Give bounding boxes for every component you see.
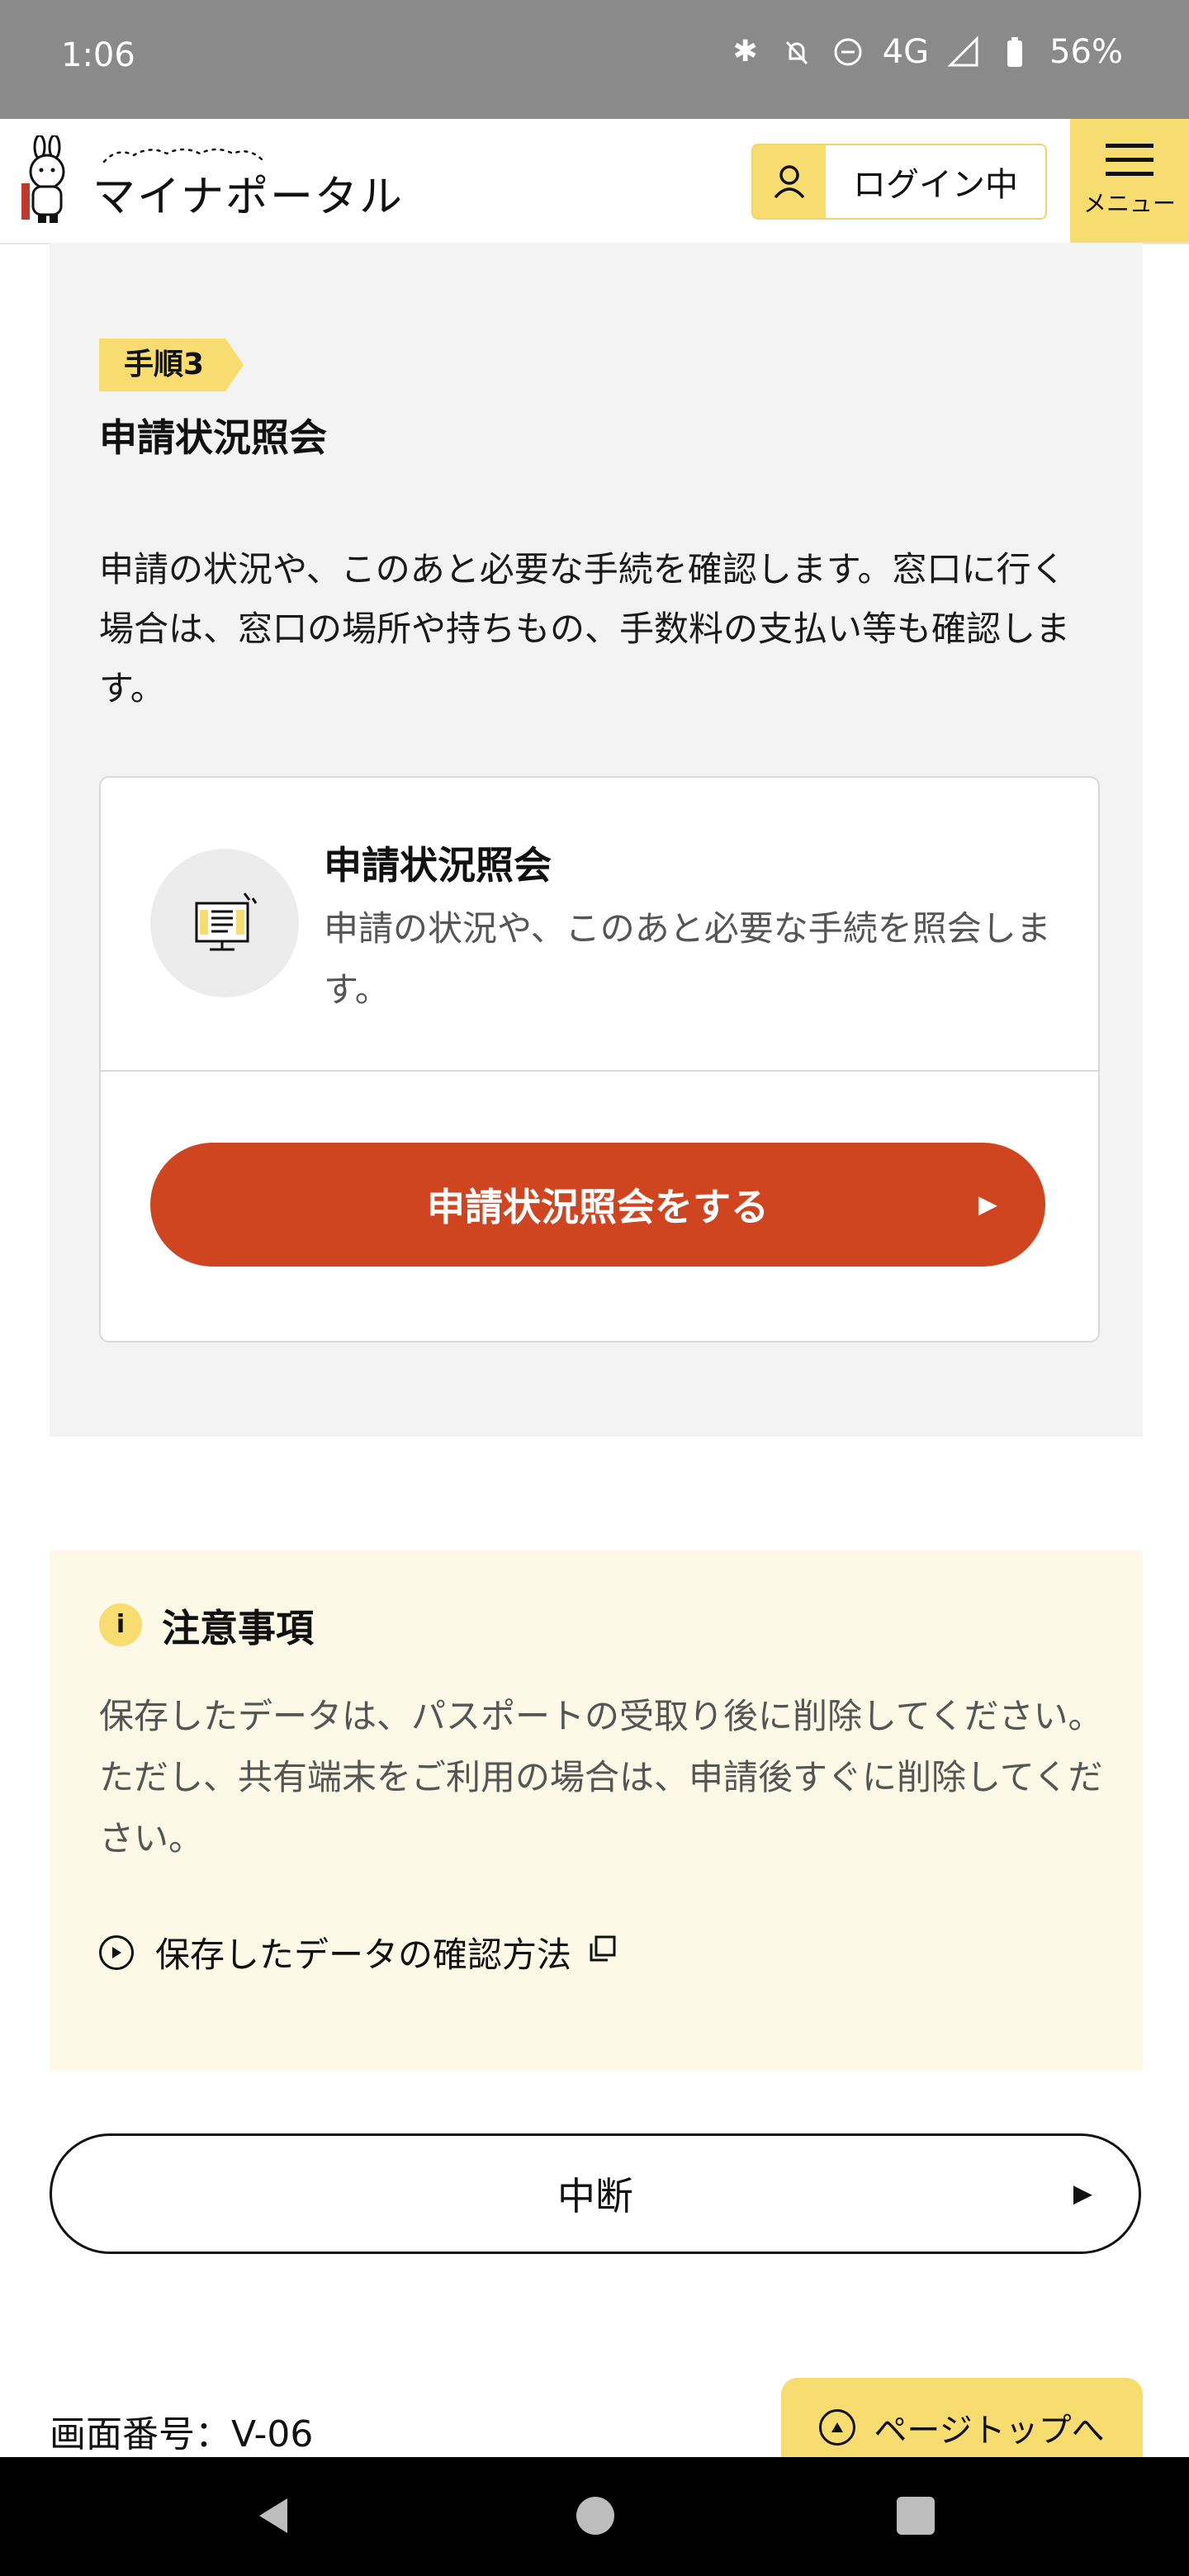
site-header: マイナポータル ログイン中 メニュー <box>0 119 1189 244</box>
interrupt-button-label: 中断 <box>557 2174 633 2218</box>
status-icons: ✱ 4G 56% <box>729 33 1123 71</box>
bluetooth-icon: ✱ <box>732 35 758 69</box>
info-icon: i <box>99 1603 142 1646</box>
menu-label: メニュー <box>1082 189 1176 217</box>
card-title: 申請状況照会 <box>324 843 552 888</box>
network-type: 4G <box>882 33 930 71</box>
document-screen-icon <box>150 849 299 997</box>
mascot-logo-icon[interactable] <box>17 134 76 226</box>
card-description: 申請の状況や、このあと必要な手続を照会します。 <box>324 908 1051 1010</box>
play-arrow-icon: ▶ <box>978 1190 997 1219</box>
login-status-button[interactable]: ログイン中 <box>751 144 1047 220</box>
step-section: 手順3 申請状況照会 申請の状況や、このあと必要な手続を確認します。窓口に行く場… <box>50 243 1143 1437</box>
play-circle-icon <box>99 1934 134 1970</box>
notice-box: i 注意事項 保存したデータは、パスポートの受取り後に削除してください。ただし、… <box>50 1551 1143 2071</box>
status-time: 1:06 <box>61 36 135 74</box>
play-arrow-icon: ▶ <box>1073 2179 1092 2209</box>
home-nav-icon[interactable] <box>576 2497 614 2535</box>
step-description: 申請の状況や、このあと必要な手続を確認します。窓口に行く場合は、窓口の場所や持ち… <box>99 549 1071 708</box>
recent-apps-icon[interactable] <box>897 2497 935 2535</box>
user-icon <box>753 145 826 218</box>
login-status-label: ログイン中 <box>853 166 1018 204</box>
step-title: 申請状況照会 <box>99 415 327 460</box>
step-tag: 手順3 <box>99 339 244 391</box>
notice-body: 保存したデータは、パスポートの受取り後に削除してください。ただし、共有端末をご利… <box>99 1696 1103 1859</box>
status-bar: 1:06 ✱ 4G 56% <box>0 0 1189 119</box>
status-inquiry-button-label: 申請状況照会をする <box>427 1185 769 1229</box>
hamburger-icon <box>1106 143 1153 176</box>
card-header: 申請状況照会 申請の状況や、このあと必要な手続を照会します。 <box>101 778 1098 1072</box>
system-nav-bar <box>0 2457 1189 2576</box>
site-logo-text[interactable]: マイナポータル <box>92 162 404 224</box>
battery-level: 56% <box>1049 33 1123 71</box>
saved-data-check-link-label: 保存したデータの確認方法 <box>155 1934 572 1975</box>
notice-title: 注意事項 <box>162 1606 314 1650</box>
menu-button[interactable]: メニュー <box>1070 119 1189 243</box>
do-not-disturb-icon <box>831 36 865 69</box>
status-inquiry-button[interactable]: 申請状況照会をする ▶ <box>150 1143 1045 1267</box>
status-inquiry-card: 申請状況照会 申請の状況や、このあと必要な手続を照会します。 申請状況照会をする… <box>99 776 1100 1342</box>
saved-data-check-link[interactable]: 保存したデータの確認方法 <box>99 1927 619 1977</box>
screen-number: 画面番号：V-06 <box>50 2413 314 2455</box>
signal-icon <box>947 36 980 69</box>
interrupt-button[interactable]: 中断 ▶ <box>50 2133 1141 2254</box>
up-arrow-circle-icon <box>819 2409 856 2446</box>
page-top-label: ページトップへ <box>874 2412 1105 2450</box>
external-link-icon <box>586 1932 619 1973</box>
notifications-off-icon <box>780 36 813 69</box>
back-nav-icon[interactable] <box>254 2495 292 2536</box>
battery-icon <box>998 36 1031 69</box>
